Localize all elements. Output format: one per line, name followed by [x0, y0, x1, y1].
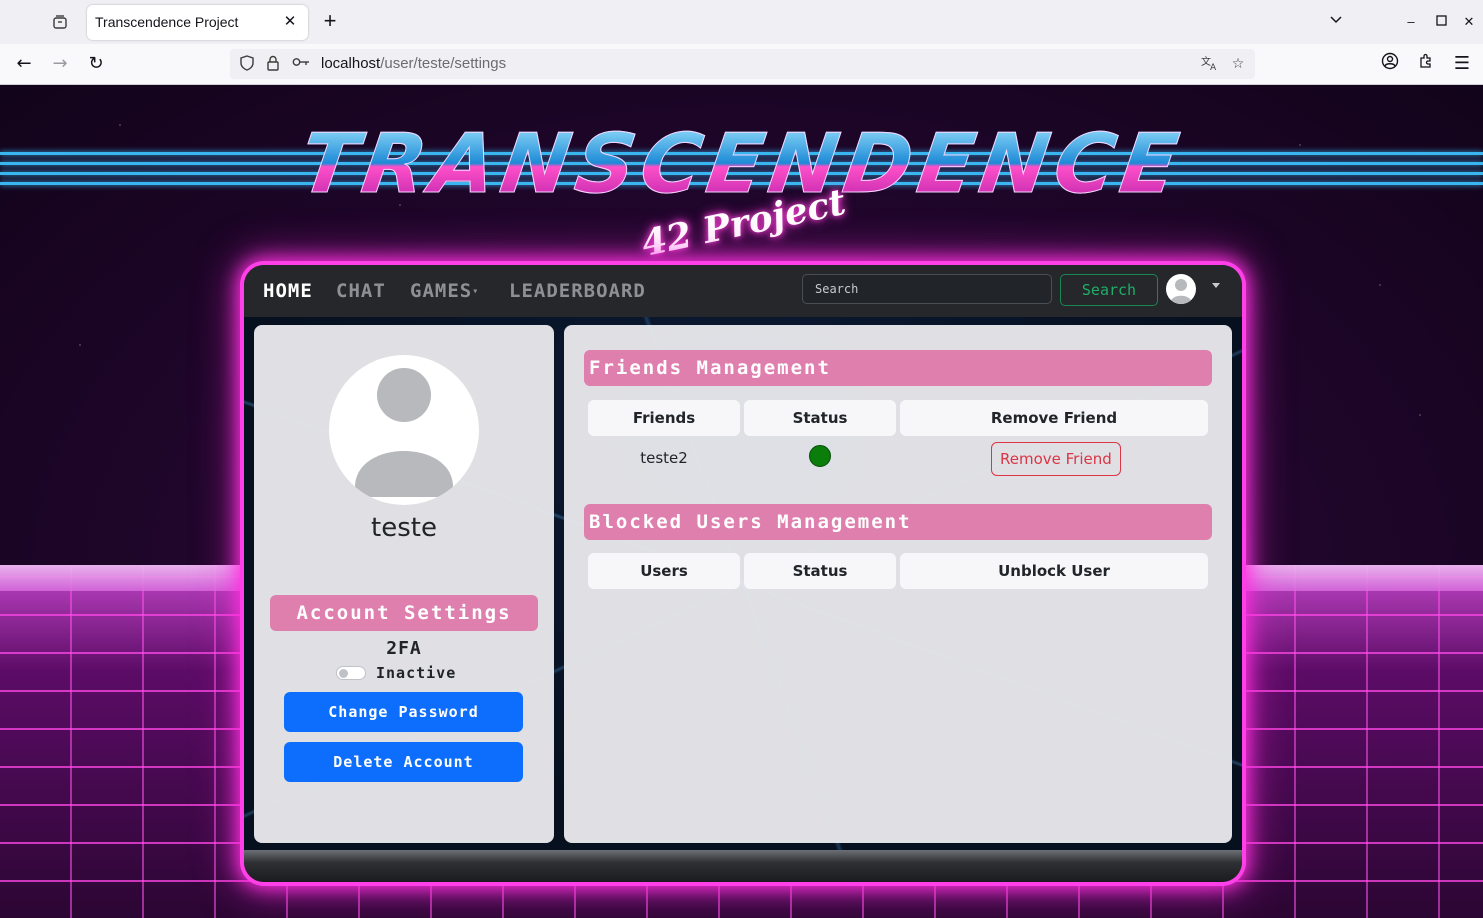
browser-tab[interactable]: Transcendence Project ✕ [87, 5, 308, 40]
change-password-button[interactable]: Change Password [284, 692, 523, 732]
avatar-icon [355, 368, 453, 497]
maximize-icon[interactable] [1431, 12, 1451, 32]
account-icon[interactable] [1378, 52, 1402, 76]
svg-text:A: A [1210, 63, 1217, 71]
status-column-header: Status [744, 400, 896, 436]
site-logo[interactable]: TRANSCENDENCE 42 Project [0, 117, 1483, 266]
nav-games-label: GAMES [410, 280, 473, 302]
extensions-icon[interactable] [1414, 52, 1438, 76]
profile-avatar [329, 355, 479, 505]
management-panel: Friends Management Friends Status Remove… [564, 325, 1232, 843]
tab-title: Transcendence Project [95, 14, 239, 30]
remove-friend-column-header: Remove Friend [900, 400, 1208, 436]
unblock-user-column-header: Unblock User [900, 553, 1208, 589]
nav-games[interactable]: GAMES▾ [410, 280, 479, 302]
friends-column-header: Friends [588, 400, 740, 436]
search-input[interactable] [802, 274, 1052, 304]
friend-name[interactable]: teste2 [588, 449, 740, 467]
dropdown-caret-icon[interactable] [1212, 283, 1220, 288]
close-window-icon[interactable]: ✕ [1459, 12, 1479, 32]
blocked-status-column-header: Status [744, 553, 896, 589]
chevron-down-icon: ▾ [472, 286, 480, 297]
translate-icon[interactable]: 文A [1201, 55, 1219, 73]
list-all-tabs-icon[interactable] [1326, 12, 1346, 32]
page-background: TRANSCENDENCE 42 Project HOME CHAT GAMES… [0, 85, 1483, 918]
logo-title: TRANSCENDENCE [293, 117, 1190, 213]
profile-panel: teste Account Settings 2FA Inactive Chan… [254, 325, 554, 843]
url-text[interactable]: localhost/user/teste/settings [321, 55, 506, 72]
online-status-dot [809, 445, 831, 467]
search-button[interactable]: Search [1060, 274, 1158, 306]
twofa-toggle-row: Inactive [336, 663, 456, 683]
bookmark-star-icon[interactable]: ☆ [1229, 55, 1247, 73]
twofa-label: 2FA [386, 638, 422, 659]
top-navigation: HOME CHAT GAMES▾ LEADERBOARD Search [244, 265, 1242, 317]
menu-icon[interactable]: ☰ [1450, 52, 1474, 76]
nav-leaderboard[interactable]: LEADERBOARD [509, 280, 646, 302]
back-icon[interactable]: ← [12, 52, 36, 76]
content-area: teste Account Settings 2FA Inactive Chan… [244, 317, 1242, 850]
url-path: /user/teste/settings [380, 55, 507, 72]
browser-nav-bar: ← → ↻ localhost/user/teste/settings 文A ☆… [0, 44, 1483, 85]
url-host: localhost [321, 55, 381, 72]
reload-icon[interactable]: ↻ [84, 52, 108, 76]
new-tab-icon[interactable]: + [318, 9, 342, 33]
tab-list-icon[interactable] [48, 10, 72, 34]
browser-tab-bar: Transcendence Project ✕ + – ✕ [0, 0, 1483, 44]
twofa-toggle[interactable] [336, 666, 366, 680]
users-column-header: Users [588, 553, 740, 589]
nav-chat[interactable]: CHAT [336, 280, 386, 302]
close-tab-icon[interactable]: ✕ [280, 11, 300, 31]
key-icon[interactable] [292, 55, 310, 73]
friends-management-header: Friends Management [584, 350, 1212, 386]
url-bar[interactable]: localhost/user/teste/settings 文A ☆ [230, 49, 1255, 79]
blocked-users-header: Blocked Users Management [584, 504, 1212, 540]
forward-icon[interactable]: → [48, 52, 72, 76]
remove-friend-button[interactable]: Remove Friend [991, 442, 1121, 476]
card-footer [244, 850, 1242, 882]
profile-username: teste [371, 513, 437, 543]
minimize-icon[interactable]: – [1401, 12, 1421, 32]
account-settings-header: Account Settings [270, 595, 538, 631]
main-card: HOME CHAT GAMES▾ LEADERBOARD Search test [244, 265, 1242, 882]
avatar-icon [1170, 279, 1192, 304]
twofa-status: Inactive [376, 664, 457, 682]
shield-icon[interactable] [238, 55, 256, 73]
nav-home[interactable]: HOME [263, 280, 313, 302]
lock-icon[interactable] [264, 55, 282, 73]
delete-account-button[interactable]: Delete Account [284, 742, 523, 782]
user-avatar-menu[interactable] [1166, 274, 1196, 304]
